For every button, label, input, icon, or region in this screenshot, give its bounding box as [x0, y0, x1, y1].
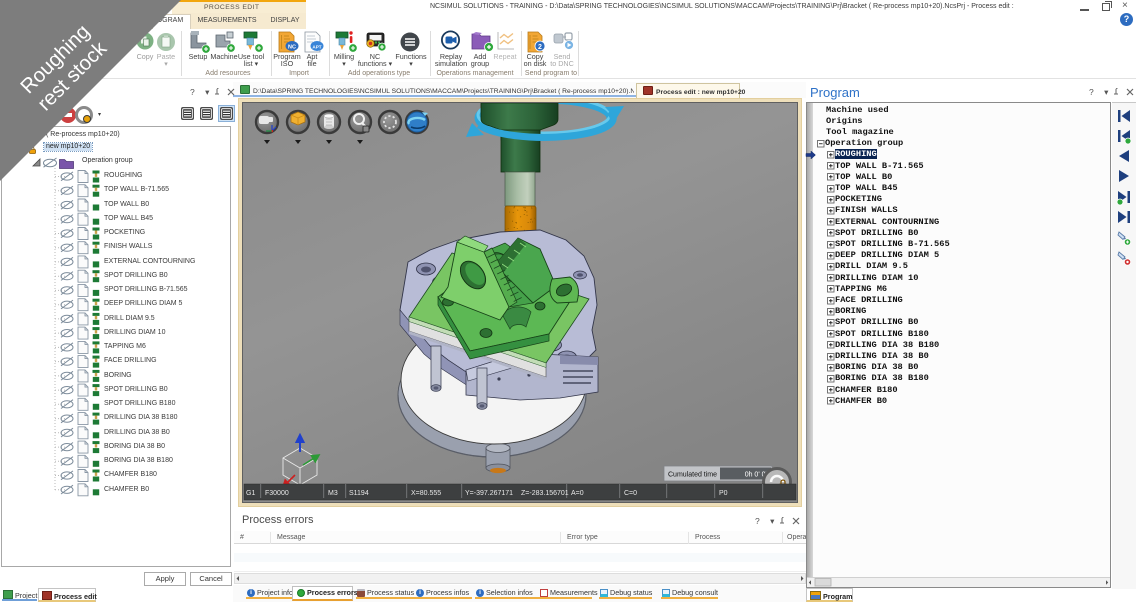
svg-text:NC: NC: [288, 45, 296, 51]
svg-text:X=80.555: X=80.555: [411, 490, 441, 497]
svg-text:Z=-283.156701: Z=-283.156701: [521, 490, 569, 497]
svg-text:F30000: F30000: [265, 490, 289, 497]
svg-text:2: 2: [538, 44, 542, 51]
svg-text:M3: M3: [328, 490, 338, 497]
svg-text:P0: P0: [719, 490, 728, 497]
svg-text:C=0: C=0: [624, 490, 637, 497]
svg-text:Cumulated time: Cumulated time: [668, 472, 717, 479]
svg-text:G1: G1: [246, 490, 255, 497]
svg-text:Y=-397.267171: Y=-397.267171: [465, 490, 513, 497]
svg-text:A=0: A=0: [571, 490, 584, 497]
svg-text:APT: APT: [312, 44, 321, 49]
svg-text:S1194: S1194: [349, 490, 369, 497]
